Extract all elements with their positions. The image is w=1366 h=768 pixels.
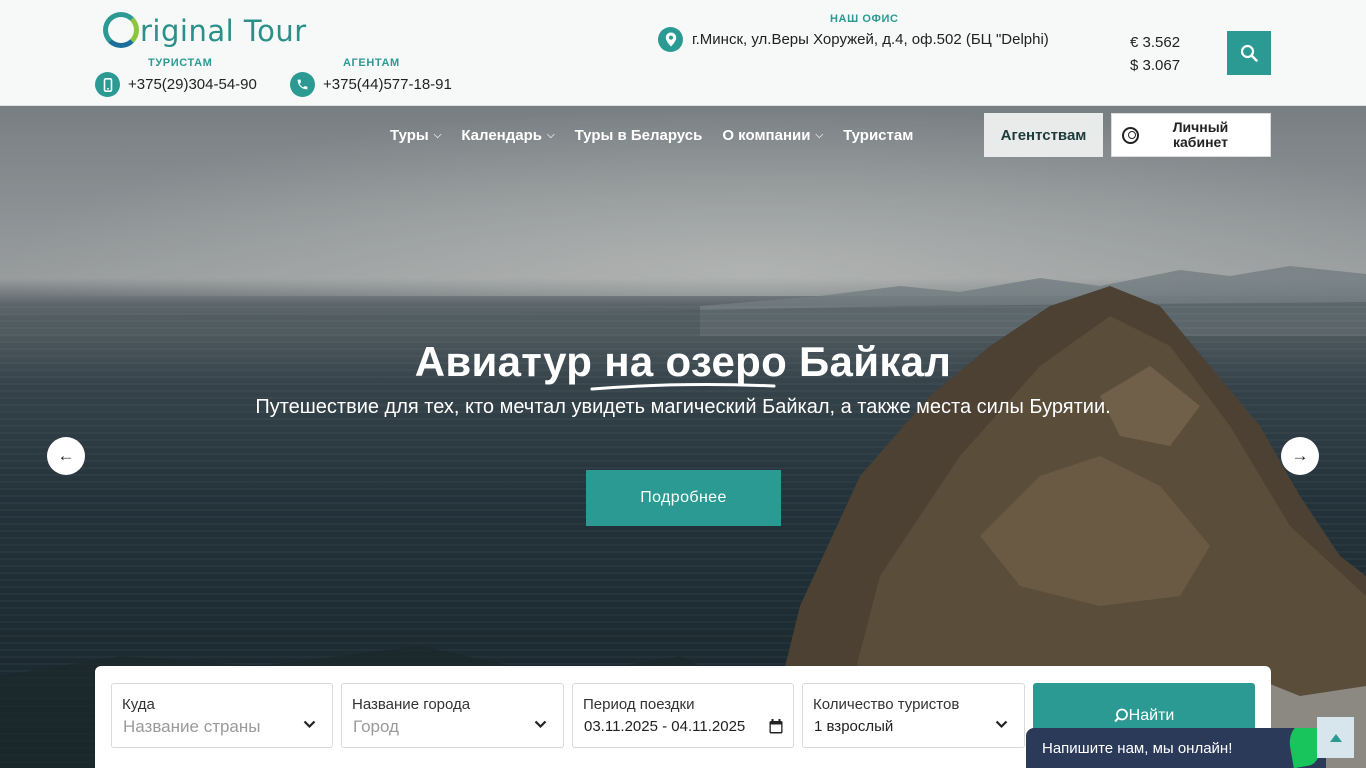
arrow-up-icon [1329, 733, 1342, 742]
online-chat-widget[interactable]: Напишите нам, мы онлайн! [1026, 728, 1326, 768]
cabinet-label-line2: кабинет [1173, 134, 1228, 150]
agents-phone-contact[interactable]: +375(44)577-18-91 [290, 72, 452, 97]
city-placeholder: Город [353, 717, 399, 736]
period-label: Период поездки [583, 696, 695, 713]
chevron-down-icon [534, 718, 547, 732]
chevron-down-icon [303, 718, 316, 732]
chevron-down-icon: ⌵ [546, 129, 555, 141]
nav-item-about[interactable]: О компании ⌵ [722, 127, 823, 144]
personal-cabinet-label: Личный кабинет [1139, 120, 1270, 150]
search-button[interactable] [1227, 31, 1271, 75]
nav-item-label: Календарь [461, 126, 542, 144]
rate-eur: € 3.562 [1130, 34, 1181, 51]
period-value: 03.11.2025 - 04.11.2025 [584, 718, 746, 735]
search-icon [1113, 708, 1128, 723]
nav-item-label: Туры в Беларусь [574, 126, 703, 144]
chat-widget-text: Напишите нам, мы онлайн! [1042, 740, 1233, 757]
main-nav: Туры ⌵ Календарь ⌵ Туры в Беларусь О компа… [380, 113, 923, 157]
office-label: НАШ ОФИС [830, 13, 899, 25]
tourists-count-label: Количество туристов [813, 696, 960, 713]
nav-item-tours[interactable]: Туры ⌵ [390, 127, 441, 144]
nav-item-tourists[interactable]: Туристам [843, 127, 913, 144]
currency-rates: € 3.562 $ 3.067 [1130, 31, 1180, 77]
logo-text: riginal Tour [140, 13, 307, 48]
site-header: riginal Tour ТУРИСТАМ +375(29)304-54-90 … [0, 0, 1366, 106]
nav-item-calendar[interactable]: Календарь ⌵ [461, 127, 554, 144]
rate-usd: $ 3.067 [1130, 57, 1181, 74]
more-details-button[interactable]: Подробнее [586, 470, 781, 526]
title-underline-decoration [590, 383, 776, 391]
logo[interactable]: riginal Tour [103, 12, 307, 48]
tourists-count-value: 1 взрослый [814, 718, 894, 735]
trip-period-field[interactable]: Период поездки 03.11.2025 - 04.11.2025 [572, 683, 794, 748]
office-address: г.Минск, ул.Веры Хоружей, д.4, оф.502 (Б… [692, 31, 1049, 48]
nav-item-label: Туристам [843, 126, 914, 144]
logo-mark-icon [103, 12, 139, 48]
destination-country-select[interactable]: Куда Название страны [111, 683, 333, 748]
nav-item-label: Туры [390, 126, 429, 144]
nav-item-belarus-tours[interactable]: Туры в Беларусь [575, 127, 703, 144]
cabinet-label-line1: Личный [1172, 119, 1229, 135]
calendar-icon [769, 719, 783, 739]
location-pin-icon [658, 27, 683, 52]
user-icon [1122, 126, 1139, 144]
hero-subtitle: Путешествие для тех, кто мечтал увидеть … [255, 396, 1111, 418]
agents-label: АГЕНТАМ [343, 57, 400, 69]
chevron-down-icon: ⌵ [433, 129, 442, 141]
chevron-down-icon: ⌵ [815, 129, 824, 141]
prev-slide-arrow-icon[interactable]: ← [47, 437, 85, 475]
search-icon [1240, 44, 1258, 62]
office-address-block[interactable]: г.Минск, ул.Веры Хоружей, д.4, оф.502 (Б… [658, 27, 1049, 52]
chevron-down-icon [995, 718, 1008, 732]
nav-item-label: О компании [722, 126, 811, 144]
phone-icon [290, 72, 315, 97]
next-slide-arrow-icon[interactable]: → [1281, 437, 1319, 475]
agents-phone[interactable]: +375(44)577-18-91 [323, 76, 452, 93]
tourists-phone-contact[interactable]: +375(29)304-54-90 [95, 72, 257, 97]
hero-title: Авиатур на озеро Байкал [414, 338, 952, 385]
mobile-phone-icon [95, 72, 120, 97]
tourists-phone[interactable]: +375(29)304-54-90 [128, 76, 257, 93]
find-button-label: Найти [1128, 706, 1175, 724]
tourists-count-select[interactable]: Количество туристов 1 взрослый [802, 683, 1025, 748]
destination-label: Куда [122, 696, 155, 713]
tourists-label: ТУРИСТАМ [148, 57, 213, 69]
personal-cabinet-button[interactable]: Личный кабинет [1111, 113, 1271, 157]
nav-item-agents[interactable]: Агентствам [984, 113, 1103, 157]
city-select[interactable]: Название города Город [341, 683, 564, 748]
scroll-to-top-button[interactable] [1317, 717, 1354, 758]
destination-placeholder: Название страны [123, 717, 261, 736]
city-label: Название города [352, 696, 471, 713]
